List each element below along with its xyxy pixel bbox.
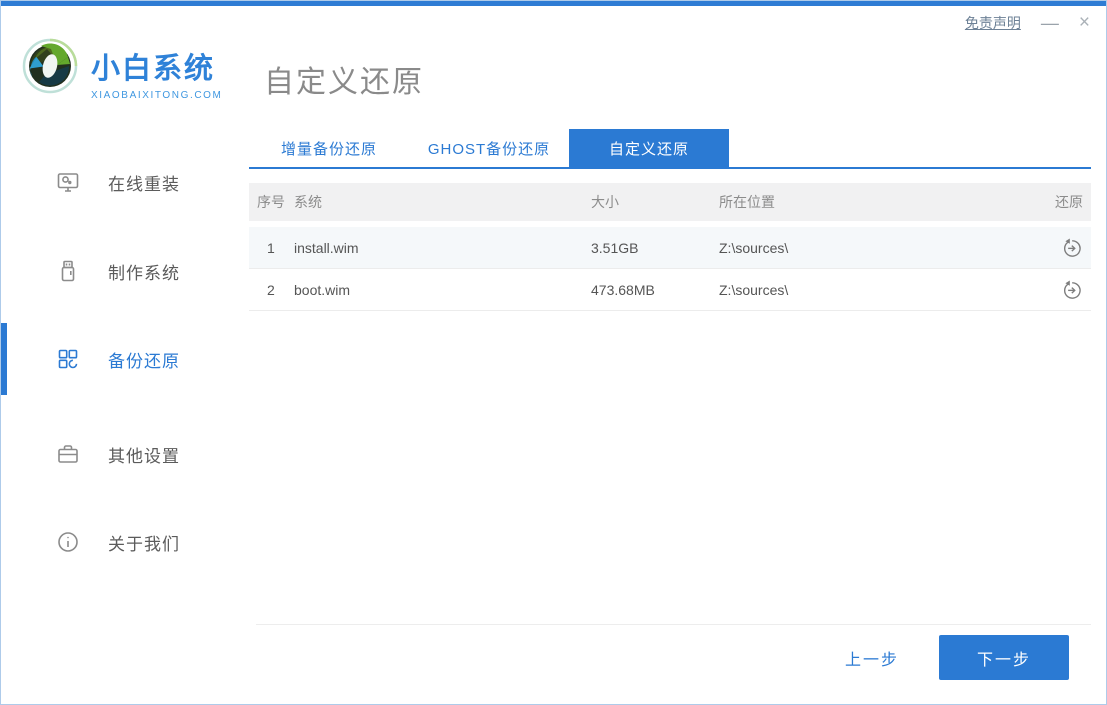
- sidebar-item-label: 备份还原: [108, 351, 180, 371]
- cell-system: install.wim: [294, 239, 359, 256]
- sidebar-item-online-reinstall[interactable]: 在线重装: [1, 158, 241, 206]
- table-header-row: 序号 系统 大小 所在位置 还原: [249, 183, 1091, 221]
- cell-location: Z:\sources\: [719, 281, 789, 298]
- cell-system: boot.wim: [294, 281, 351, 298]
- sidebar-item-label: 其他设置: [108, 446, 180, 466]
- image-table: 序号 系统 大小 所在位置 还原 1 install.wim 3.51GB Z:…: [249, 183, 1091, 311]
- cell-size: 473.68MB: [591, 281, 655, 298]
- sidebar-item-make-system[interactable]: 制作系统: [1, 247, 241, 295]
- app-logo-icon: [22, 38, 78, 94]
- col-header-location: 所在位置: [719, 194, 775, 210]
- sidebar-item-other-settings[interactable]: 其他设置: [1, 430, 241, 478]
- disclaimer-link[interactable]: 免责声明: [965, 13, 1021, 33]
- tab-ghost-backup-restore[interactable]: GHOST备份还原: [409, 129, 569, 167]
- tab-custom-restore[interactable]: 自定义还原: [569, 129, 729, 167]
- close-button[interactable]: ×: [1079, 13, 1090, 33]
- sidebar-item-backup-restore[interactable]: 备份还原: [1, 323, 241, 395]
- col-header-system: 系统: [294, 194, 322, 210]
- minimize-button[interactable]: —: [1041, 13, 1059, 33]
- window-top-accent-bar: [1, 1, 1106, 6]
- table-row: 2 boot.wim 473.68MB Z:\sources\: [249, 269, 1091, 311]
- col-header-size: 大小: [591, 194, 619, 210]
- restore-tabs: 增量备份还原 GHOST备份还原 自定义还原: [249, 129, 1091, 169]
- app-window: 免责声明 — × 小白系统 XIAOBAIXITONG.COM 自定义还原 在线…: [0, 0, 1107, 705]
- cell-no: 1: [267, 239, 275, 256]
- table-row: 1 install.wim 3.51GB Z:\sources\: [249, 227, 1091, 269]
- restore-icon[interactable]: [1061, 237, 1083, 259]
- cell-size: 3.51GB: [591, 239, 639, 256]
- sidebar-item-label: 在线重装: [108, 174, 180, 194]
- footer-bar: 上一步 下一步: [256, 624, 1091, 690]
- col-header-restore: 还原: [1055, 194, 1083, 210]
- grid-blocks-icon: [58, 349, 78, 369]
- cell-no: 2: [267, 281, 275, 298]
- cell-location: Z:\sources\: [719, 239, 789, 256]
- sidebar-item-label: 关于我们: [108, 534, 180, 554]
- next-step-button[interactable]: 下一步: [939, 635, 1069, 680]
- previous-step-button[interactable]: 上一步: [845, 646, 899, 670]
- brand-domain: XIAOBAIXITONG.COM: [91, 90, 223, 101]
- info-circle-icon: [58, 532, 78, 552]
- brand-name: 小白系统: [91, 53, 216, 85]
- toolbox-icon: [58, 445, 78, 463]
- titlebar-controls: 免责声明 — ×: [965, 13, 1090, 34]
- monitor-icon: [57, 173, 79, 192]
- brand-block: 小白系统 XIAOBAIXITONG.COM: [91, 45, 222, 101]
- tab-incremental-backup-restore[interactable]: 增量备份还原: [249, 129, 409, 167]
- sidebar-item-label: 制作系统: [108, 263, 180, 283]
- page-title: 自定义还原: [264, 66, 424, 99]
- usb-drive-icon: [61, 260, 75, 282]
- sidebar-item-about-us[interactable]: 关于我们: [1, 518, 241, 566]
- sidebar: 在线重装 制作系统 备份还原 其他设置 关于我们: [1, 111, 241, 671]
- restore-icon[interactable]: [1061, 279, 1083, 301]
- col-header-no: 序号: [257, 194, 285, 210]
